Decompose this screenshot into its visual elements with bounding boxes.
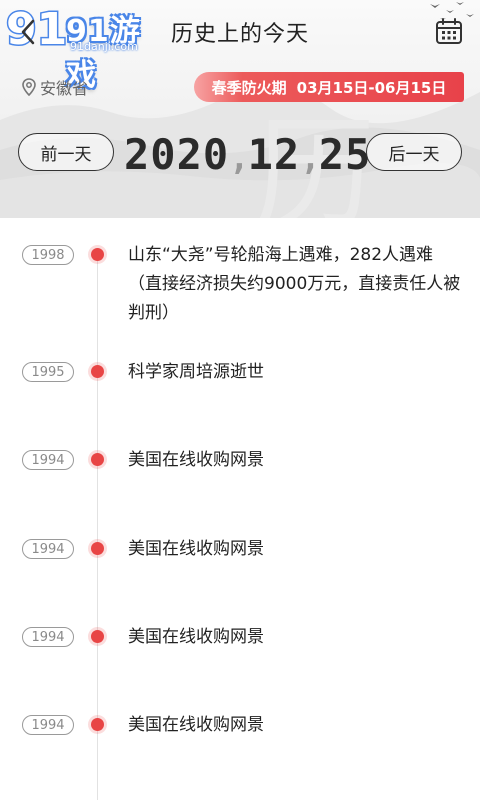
- date-navigator: 前一天 2020,12,25 后一天: [0, 130, 480, 179]
- fire-season-banner: 春季防火期 03月15日-06月15日: [194, 72, 464, 102]
- history-timeline: 1998 山东“大尧”号轮船海上遇难，282人遇难（直接经济损失约9000万元，…: [0, 218, 480, 800]
- event-title: 美国在线收购网景: [128, 627, 264, 647]
- event-year-badge: 1998: [22, 245, 74, 265]
- event-title: 美国在线收购网景: [128, 715, 264, 735]
- date-day: 25: [318, 130, 372, 179]
- timeline-dot: [91, 365, 104, 378]
- date-year: 2020: [124, 130, 230, 179]
- next-day-button[interactable]: 后一天: [366, 133, 462, 171]
- date-separator: ,: [300, 138, 321, 178]
- event-title: 美国在线收购网景: [128, 450, 264, 470]
- fire-season-period: 03月15日-06月15日: [296, 78, 447, 97]
- date-month: 12: [247, 130, 301, 179]
- location-label: 安徽省: [40, 79, 89, 98]
- event-year-badge: 1994: [22, 539, 74, 559]
- event-title: 科学家周培源逝世: [128, 362, 264, 382]
- location[interactable]: 安徽省: [22, 77, 89, 98]
- date-separator: ,: [229, 138, 250, 178]
- prev-day-button[interactable]: 前一天: [18, 133, 114, 171]
- event-year-badge: 1994: [22, 715, 74, 735]
- location-pin-icon: [22, 78, 36, 96]
- event-title: 美国在线收购网景: [128, 539, 264, 559]
- timeline-dot: [91, 542, 104, 555]
- calendar-button[interactable]: [434, 16, 464, 46]
- event-year-badge: 1995: [22, 362, 74, 382]
- current-date: 2020,12,25: [124, 130, 370, 183]
- event-title: 山东“大尧”号轮船海上遇难，282人遇难（直接经济损失约9000万元，直接责任人…: [128, 245, 461, 323]
- timeline-dot: [91, 453, 104, 466]
- calendar-icon: [436, 18, 462, 44]
- timeline-dot: [91, 718, 104, 731]
- event-year-badge: 1994: [22, 450, 74, 470]
- timeline-dot: [91, 630, 104, 643]
- top-bar: 91 91游戏 91danji.com 历史上的今天: [0, 0, 480, 93]
- event-year-badge: 1994: [22, 627, 74, 647]
- page-title: 历史上的今天: [170, 22, 309, 47]
- fire-season-label: 春季防火期: [211, 78, 287, 97]
- header: 历 91 91游戏 91danji.com 历史上的今天 安徽省 春季防火期 0…: [0, 0, 480, 218]
- timeline-dot: [91, 248, 104, 261]
